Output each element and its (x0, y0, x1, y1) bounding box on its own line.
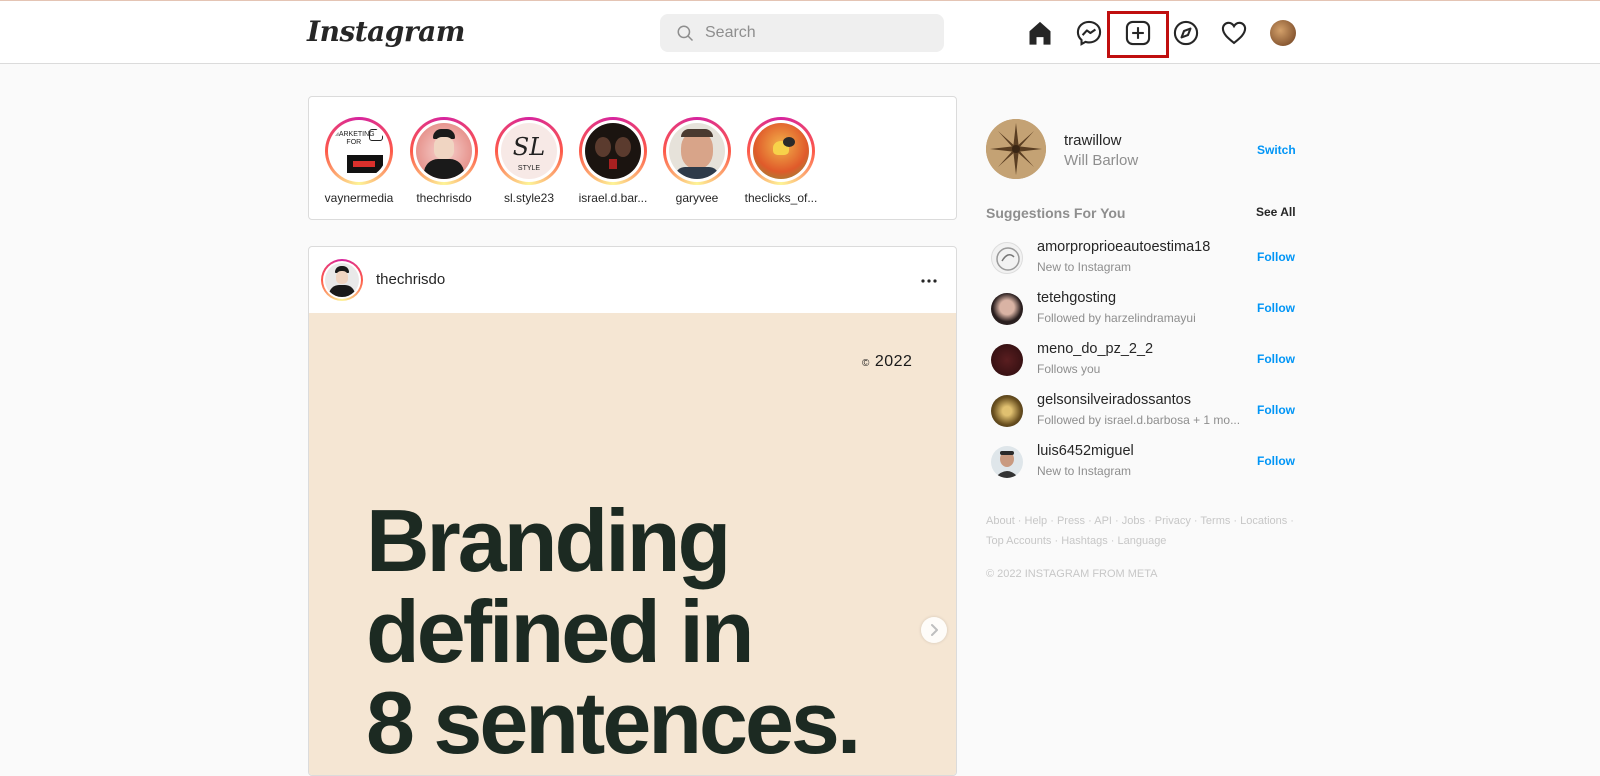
footer-copyright: © 2022 INSTAGRAM FROM META (986, 568, 1158, 580)
footer-link[interactable]: Hashtags (1061, 535, 1107, 547)
story-item[interactable]: thechrisdo (402, 117, 486, 205)
current-username[interactable]: trawillow (1064, 132, 1122, 149)
search-icon (677, 25, 694, 42)
post-copyright: © 2022 (862, 353, 912, 371)
story-username: vaynermedia (324, 191, 394, 205)
suggestion-item: luis6452miguel New to Instagram Follow (986, 443, 1296, 487)
story-username: garyvee (675, 191, 719, 205)
headline-line: defined in (366, 582, 755, 681)
suggestion-subtitle: Follows you (1037, 362, 1101, 376)
profile-avatar[interactable] (1270, 20, 1296, 46)
search-input[interactable] (705, 14, 925, 52)
current-user-avatar[interactable] (986, 119, 1046, 179)
chevron-right-icon (931, 624, 938, 636)
footer-link[interactable]: Privacy (1155, 515, 1191, 527)
suggestion-username[interactable]: tetehgosting (1037, 290, 1116, 306)
story-username: israel.d.bar... (578, 191, 648, 205)
explore-icon[interactable] (1172, 19, 1200, 47)
suggestion-avatar[interactable] (991, 395, 1023, 427)
feed-post: thechrisdo © 2022 Branding defined in 8 … (308, 246, 957, 776)
post-headline: Branding defined in 8 sentences. (366, 495, 926, 768)
footer-link[interactable]: Language (1117, 535, 1166, 547)
footer-link[interactable]: API (1094, 515, 1112, 527)
story-avatar (416, 123, 472, 179)
follow-button[interactable]: Follow (1257, 352, 1295, 366)
story-avatar: SL STYLE (501, 123, 557, 179)
footer-link[interactable]: Top Accounts (986, 535, 1051, 547)
suggestion-item: meno_do_pz_2_2 Follows you Follow (986, 341, 1296, 385)
suggestion-avatar[interactable] (991, 242, 1023, 274)
suggestion-username[interactable]: amorproprioeautoestima18 (1037, 239, 1210, 255)
headline-line: Branding (366, 491, 731, 590)
carousel-next-button[interactable] (921, 617, 947, 643)
story-username: thechrisdo (416, 191, 472, 205)
footer-link[interactable]: Press (1057, 515, 1085, 527)
footer-link[interactable]: Terms (1200, 515, 1230, 527)
post-header: thechrisdo (309, 247, 956, 313)
switch-account-button[interactable]: Switch (1257, 143, 1296, 157)
copyright-year: 2022 (874, 353, 913, 370)
suggestion-item: tetehgosting Followed by harzelindramayu… (986, 290, 1296, 334)
footer-link[interactable]: About (986, 515, 1015, 527)
follow-button[interactable]: Follow (1257, 403, 1295, 417)
suggestion-username[interactable]: luis6452miguel (1037, 443, 1134, 459)
suggestion-subtitle: New to Instagram (1037, 260, 1132, 274)
activity-heart-icon[interactable] (1220, 19, 1248, 47)
story-item[interactable]: israel.d.bar... (571, 117, 655, 205)
suggestion-subtitle: New to Instagram (1037, 464, 1132, 478)
suggestion-item: amorproprioeautoestima18 New to Instagra… (986, 239, 1296, 283)
story-item[interactable]: garyvee (655, 117, 739, 205)
follow-button[interactable]: Follow (1257, 301, 1295, 315)
stories-tray: MARKETING FOR vaynermedia thechrisdo SL S… (308, 96, 957, 220)
footer-link[interactable]: Locations (1240, 515, 1287, 527)
compass-rose-image (986, 119, 1046, 179)
story-username: theclicks_of... (744, 191, 818, 205)
follow-button[interactable]: Follow (1257, 250, 1295, 264)
story-item[interactable]: MARKETING FOR vaynermedia (317, 117, 401, 205)
story-avatar (669, 123, 725, 179)
suggestion-subtitle: Followed by israel.d.barbosa + 1 mo... (1037, 413, 1241, 427)
suggestion-avatar[interactable] (991, 446, 1023, 478)
story-username: sl.style23 (503, 191, 555, 205)
story-item[interactable]: theclicks_of... (739, 117, 823, 205)
home-icon[interactable] (1026, 19, 1054, 47)
current-full-name: Will Barlow (1064, 152, 1139, 169)
follow-button[interactable]: Follow (1257, 454, 1295, 468)
suggestion-subtitle: Followed by harzelindramayui (1037, 311, 1196, 325)
copyright-symbol: © (862, 358, 870, 369)
top-navigation-bar: Instagram (0, 0, 1600, 64)
suggestion-avatar[interactable] (991, 344, 1023, 376)
story-avatar (585, 123, 641, 179)
footer-link[interactable]: Jobs (1122, 515, 1145, 527)
footer-link[interactable]: Help (1025, 515, 1048, 527)
headline-line: 8 sentences. (366, 673, 861, 772)
story-item[interactable]: SL STYLE sl.style23 (487, 117, 571, 205)
post-author-avatar[interactable] (321, 259, 363, 301)
messenger-icon[interactable] (1075, 19, 1103, 47)
new-post-icon[interactable] (1124, 19, 1152, 47)
footer-links: About · Help · Press · API · Jobs · Priv… (986, 515, 1294, 547)
suggestion-username[interactable]: meno_do_pz_2_2 (1037, 341, 1153, 357)
post-image[interactable]: © 2022 Branding defined in 8 sentences. (309, 313, 956, 775)
story-avatar (753, 123, 809, 179)
post-author-username[interactable]: thechrisdo (376, 271, 445, 288)
suggestion-username[interactable]: gelsonsilveiradossantos (1037, 392, 1191, 408)
see-all-button[interactable]: See All (1256, 205, 1296, 219)
story-avatar: MARKETING FOR (331, 123, 387, 179)
suggestions-title: Suggestions For You (986, 205, 1126, 221)
suggestion-avatar[interactable] (991, 293, 1023, 325)
more-options-icon[interactable] (917, 269, 941, 293)
suggestion-item: gelsonsilveiradossantos Followed by isra… (986, 392, 1296, 436)
search-box[interactable] (660, 14, 944, 52)
instagram-logo[interactable]: Instagram (307, 15, 465, 48)
